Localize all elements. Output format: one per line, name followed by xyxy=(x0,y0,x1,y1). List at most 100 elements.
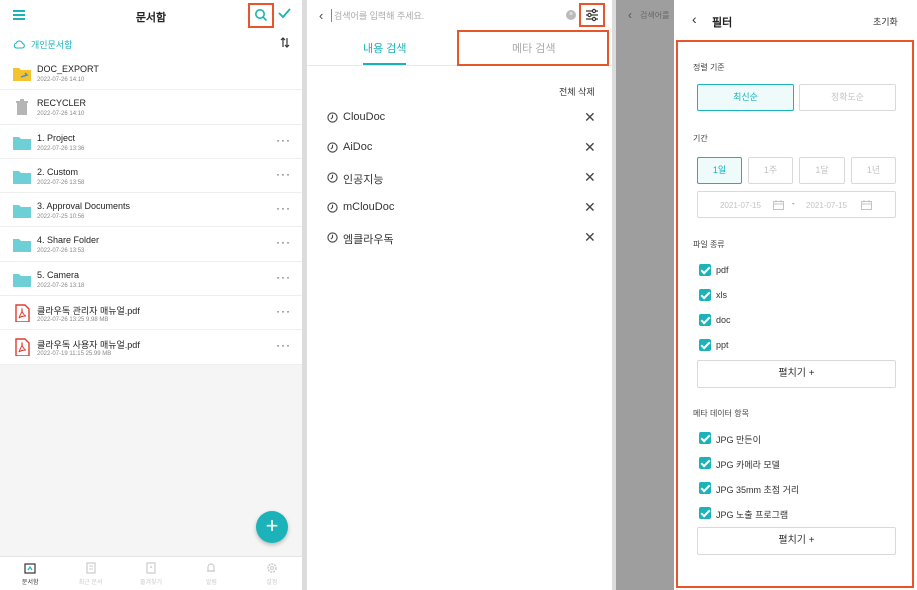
nav-item[interactable]: 즐겨찾기 xyxy=(121,557,181,590)
checkbox-checked-icon[interactable] xyxy=(699,432,711,444)
clock-icon xyxy=(327,142,338,153)
more-options-icon[interactable]: ··· xyxy=(276,235,291,249)
history-item[interactable]: 인공지능 ✕ xyxy=(307,167,612,197)
sort-latest-button[interactable]: 최신순 xyxy=(697,84,794,111)
date-range-picker[interactable]: 2021-07-15 - 2021-07-15 xyxy=(697,191,896,218)
file-name: 클라우독 관리자 매뉴얼.pdf xyxy=(37,306,140,317)
folder-export-icon xyxy=(12,64,32,82)
history-item[interactable]: AiDoc ✕ xyxy=(307,137,612,167)
history-item[interactable]: mClouDoc ✕ xyxy=(307,197,612,227)
file-row[interactable]: RECYCLER 2022-07-26 14:10 xyxy=(0,90,302,125)
file-name: 3. Approval Documents xyxy=(37,201,131,212)
checkbox-checked-icon[interactable] xyxy=(699,507,711,519)
search-screen: ‹ 검색어를 입력해 주세요. × 내용 검색 메타 검색 전체 삭제 Clou… xyxy=(307,0,612,590)
back-icon[interactable]: ‹ xyxy=(692,11,697,27)
nav-label: 즐겨찾기 xyxy=(139,580,163,586)
sort-label: 정렬 기준 xyxy=(693,63,725,72)
history-text: ClouDoc xyxy=(343,111,386,123)
period-1week-button[interactable]: 1주 xyxy=(748,157,793,184)
file-row[interactable]: 1. Project 2022-07-26 13:36 ··· xyxy=(0,125,302,159)
search-input[interactable]: 검색어를 입력해 주세요. xyxy=(331,9,424,22)
checkbox-label: pdf xyxy=(716,265,729,275)
file-name: RECYCLER xyxy=(37,98,87,109)
more-options-icon[interactable]: ··· xyxy=(276,270,291,284)
back-icon[interactable]: ‹ xyxy=(319,8,323,23)
dimmed-search-placeholder: 검색어를 xyxy=(640,11,670,20)
file-meta: 2022-07-25 10:56 xyxy=(37,214,85,221)
file-row[interactable]: 클라우독 사용자 매뉴얼.pdf 2022-07-19 11:15 25.99 M… xyxy=(0,330,302,365)
checkbox-checked-icon[interactable] xyxy=(699,339,711,351)
more-options-icon[interactable]: ··· xyxy=(276,167,291,181)
calendar-icon[interactable] xyxy=(861,200,872,210)
checkbox-label: doc xyxy=(716,315,731,325)
expand-metadata-button[interactable]: 펼치기 + xyxy=(697,527,896,555)
clear-all-button[interactable]: 전체 삭제 xyxy=(559,85,595,98)
settings-icon xyxy=(267,563,277,573)
period-label: 기간 xyxy=(693,134,708,143)
file-meta: 2022-07-26 13:53 xyxy=(37,248,85,255)
checkbox-checked-icon[interactable] xyxy=(699,289,711,301)
sort-accuracy-button[interactable]: 정확도순 xyxy=(799,84,896,111)
favorites-icon xyxy=(146,562,156,574)
nav-item[interactable]: 알림 xyxy=(181,557,241,590)
clock-icon xyxy=(327,172,338,183)
nav-label: 알림 xyxy=(205,580,217,586)
dimmed-background[interactable]: ‹ 검색어를 xyxy=(616,0,674,590)
add-button[interactable]: + xyxy=(256,511,288,543)
file-row[interactable]: 5. Camera 2022-07-26 13:18 ··· xyxy=(0,262,302,297)
history-text: mClouDoc xyxy=(343,201,395,213)
more-options-icon[interactable]: ··· xyxy=(276,133,291,147)
filter-button[interactable] xyxy=(579,3,605,27)
checkbox-checked-icon[interactable] xyxy=(699,314,711,326)
file-name: 1. Project xyxy=(37,132,76,143)
history-item[interactable]: 엠클라우독 ✕ xyxy=(307,227,612,257)
date-from[interactable]: 2021-07-15 xyxy=(720,201,761,210)
checkbox-label: JPG 만든이 xyxy=(716,435,761,445)
file-row[interactable]: DOC_EXPORT 2022-07-26 14:10 xyxy=(0,56,302,91)
remove-history-icon[interactable]: ✕ xyxy=(584,199,596,216)
search-button[interactable] xyxy=(248,3,274,28)
checkbox-checked-icon[interactable] xyxy=(699,457,711,469)
remove-history-icon[interactable]: ✕ xyxy=(584,229,596,246)
period-1year-button[interactable]: 1년 xyxy=(851,157,896,184)
nav-item[interactable]: 최근 문서 xyxy=(60,557,120,590)
file-type-label: 파일 종류 xyxy=(693,240,725,249)
file-row[interactable]: 4. Share Folder 2022-07-26 13:53 ··· xyxy=(0,227,302,262)
calendar-icon[interactable] xyxy=(773,200,784,210)
checkbox-checked-icon[interactable] xyxy=(699,264,711,276)
nav-item[interactable]: 문서함 xyxy=(0,557,60,590)
more-options-icon[interactable]: ··· xyxy=(276,304,291,318)
reset-button[interactable]: 초기화 xyxy=(873,15,898,28)
checkbox-label: JPG 카메라 모델 xyxy=(716,460,780,470)
clear-input-icon[interactable]: × xyxy=(566,10,576,20)
folder-icon xyxy=(12,133,32,151)
active-tab-indicator xyxy=(363,63,406,65)
date-to[interactable]: 2021-07-15 xyxy=(806,201,847,210)
location-breadcrumb[interactable]: 개인문서함 xyxy=(13,37,72,51)
history-item[interactable]: ClouDoc ✕ xyxy=(307,107,612,137)
recent-docs-icon xyxy=(86,562,96,574)
more-options-icon[interactable]: ··· xyxy=(276,201,291,215)
expand-file-types-button[interactable]: 펼치기 + xyxy=(697,360,896,388)
remove-history-icon[interactable]: ✕ xyxy=(584,139,596,156)
sort-arrows-icon[interactable] xyxy=(280,37,290,48)
file-row[interactable]: 클라우독 관리자 매뉴얼.pdf 2022-07-26 13:25 9.98 MB… xyxy=(0,296,302,331)
back-icon: ‹ xyxy=(628,8,632,22)
checkbox-checked-icon[interactable] xyxy=(699,482,711,494)
period-1month-button[interactable]: 1달 xyxy=(799,157,845,184)
check-icon[interactable] xyxy=(278,7,291,19)
file-meta: 2022-07-26 13:25 9.98 MB xyxy=(37,317,109,324)
meta-tab-highlight xyxy=(457,30,609,66)
file-meta: 2022-07-26 13:58 xyxy=(37,179,85,186)
file-row[interactable]: 2. Custom 2022-07-26 13:58 ··· xyxy=(0,159,302,194)
clock-icon xyxy=(327,202,338,213)
period-1day-button[interactable]: 1일 xyxy=(697,157,742,184)
remove-history-icon[interactable]: ✕ xyxy=(584,109,596,126)
tab-content-search[interactable]: 내용 검색 xyxy=(363,40,407,56)
remove-history-icon[interactable]: ✕ xyxy=(584,169,596,186)
filter-screen: ‹ 검색어를 ‹ 필터 초기화 정렬 기준 최신순 정확도순 기간 1일 1주 … xyxy=(616,0,917,590)
date-separator: - xyxy=(792,199,795,208)
more-options-icon[interactable]: ··· xyxy=(276,338,291,352)
file-row[interactable]: 3. Approval Documents 2022-07-25 10:56 ··· xyxy=(0,193,302,228)
nav-item[interactable]: 설정 xyxy=(242,557,302,590)
